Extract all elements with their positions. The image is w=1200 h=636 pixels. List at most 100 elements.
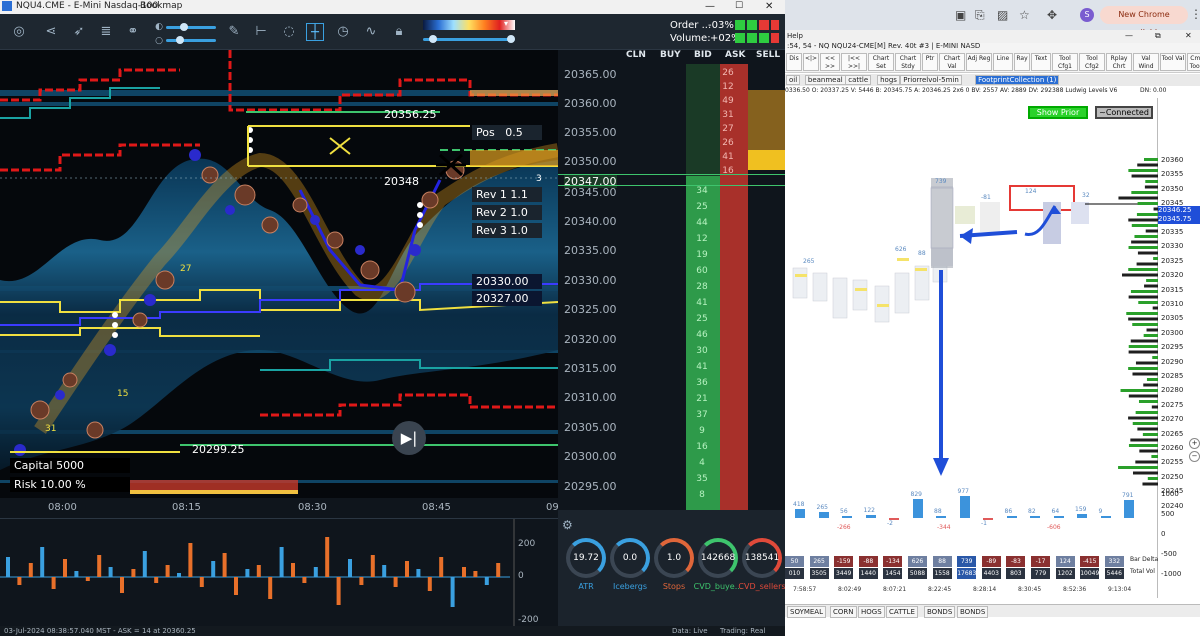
nt-minimize-icon[interactable]: — <box>1125 31 1133 40</box>
bottom-tab[interactable]: CATTLE <box>886 606 918 618</box>
nt-button[interactable]: Rplay Chrt <box>1106 53 1132 71</box>
nt-tab[interactable]: FootprintCollection (1) <box>975 75 1060 85</box>
footprint-chart[interactable]: Show Prior ~Connected 739 124 265 626 88… <box>785 98 1157 556</box>
nt-button[interactable]: Tool Cfg1 <box>1052 53 1078 71</box>
nt-button[interactable]: Chart Val <box>939 53 965 71</box>
gauge-label: Stops <box>662 582 686 591</box>
layers-icon[interactable]: ≣ <box>97 23 115 41</box>
new-chrome-button[interactable]: New Chrome available <box>1100 6 1188 37</box>
timer-icon[interactable]: ◷ <box>334 23 352 41</box>
nt-button[interactable]: Chart Stdy <box>895 53 921 71</box>
delta-bar <box>427 577 432 591</box>
nt-button[interactable]: Line <box>993 53 1013 71</box>
profile-bar <box>1122 273 1158 277</box>
nt-button-bar: :54, 54 - NQ NQU24-CME[M] Rev. 40t #3 | … <box>785 42 1200 73</box>
delta-bar <box>842 516 852 518</box>
nt-button[interactable]: <|> <box>803 53 819 71</box>
profile-bar <box>1153 207 1158 211</box>
footprint-value: -81 <box>981 194 991 201</box>
col-ask[interactable]: ASK <box>725 50 745 60</box>
nt-button[interactable]: Cmpct ToolVal <box>1187 53 1200 71</box>
heatmap-range-slider[interactable] <box>423 35 515 43</box>
bottom-tab[interactable]: SOYMEAL <box>787 606 826 618</box>
menu-help[interactable]: Help <box>787 32 803 40</box>
delta-bar <box>325 537 330 577</box>
menu-dots-icon[interactable]: ⋮ <box>1190 7 1200 21</box>
col-buy[interactable]: BUY <box>660 50 681 60</box>
play-replay-button[interactable]: ▶| <box>392 421 426 455</box>
bookmap-logo-icon <box>2 1 12 11</box>
delta-bar-label: 9 <box>1098 508 1103 515</box>
nt-button[interactable]: Tool Cfg2 <box>1079 53 1105 71</box>
camera-icon[interactable]: ◎ <box>10 23 28 41</box>
maximize-icon[interactable]: ☐ <box>735 1 743 11</box>
col-sell[interactable]: SELL <box>756 50 780 60</box>
heatmap-chart[interactable]: 20356.25 Pos 0.5 20348 3 Rev 1 1.1 Rev 2… <box>0 50 558 510</box>
nt-tab[interactable]: Priorrelvol-5min <box>900 75 962 85</box>
nt-restore-icon[interactable]: ⧉ <box>1155 31 1161 41</box>
extensions-icon[interactable]: ✥ <box>1047 8 1057 22</box>
bid-size: 28 <box>696 282 708 292</box>
nt-button[interactable]: Ray <box>1014 53 1030 71</box>
nt-tab[interactable]: cattle <box>845 75 872 85</box>
delta-bar <box>795 508 805 518</box>
nt-button[interactable]: Tool Val <box>1160 53 1186 71</box>
vol-cell: 803 <box>1006 568 1026 579</box>
profile-bar <box>1137 202 1158 205</box>
pencil-icon[interactable]: ✎ <box>225 23 243 41</box>
delta-subchart[interactable]: 200 0 -200 <box>0 518 558 627</box>
link-icon[interactable]: ⚭ <box>124 23 142 41</box>
nt-tab[interactable]: oil <box>786 75 801 85</box>
screenshot-icon[interactable]: ▣ <box>955 8 966 22</box>
profile-bar <box>1118 466 1158 469</box>
share-icon[interactable]: ⋖ <box>42 23 60 41</box>
col-bid[interactable]: BID <box>694 50 712 60</box>
nt-button[interactable]: Adj Reg <box>966 53 992 71</box>
settings-gear-icon[interactable]: ⚙ <box>562 518 573 532</box>
delta-bar <box>74 571 79 577</box>
time-tick: 8:07:21 <box>883 586 907 593</box>
minimize-icon[interactable]: — <box>705 1 715 12</box>
nt-button[interactable]: Dis <box>786 53 802 71</box>
delta-bar <box>222 553 227 577</box>
side-zoom-out-icon[interactable]: − <box>1189 451 1200 462</box>
heatmap-color-bar[interactable] <box>423 20 515 30</box>
profile-bar <box>1118 196 1158 200</box>
nt-button[interactable]: << >> <box>820 53 840 71</box>
zoom-slider[interactable] <box>166 36 216 44</box>
lock-icon[interactable]: 🔒︎ <box>390 23 408 41</box>
nt-tab[interactable]: hogs <box>877 75 900 85</box>
delta-cell: -17 <box>1031 556 1050 567</box>
bottom-tab[interactable]: BONDS <box>957 606 989 618</box>
nt-button[interactable]: Text <box>1031 53 1051 71</box>
nt-button[interactable]: |<< >>| <box>841 53 867 71</box>
star-icon[interactable]: ☆ <box>1019 8 1030 22</box>
bottom-tab[interactable]: CORN <box>830 606 857 618</box>
nt-button[interactable]: Chart Set <box>868 53 894 71</box>
cast-icon[interactable]: ⎘ <box>975 8 985 23</box>
bottom-tab[interactable]: HOGS <box>858 606 885 618</box>
ruler-icon[interactable]: ⊢ <box>252 23 270 41</box>
profile-bar <box>1131 224 1158 227</box>
profile-avatar[interactable]: S <box>1080 8 1094 22</box>
capital-label: Capital 5000 <box>10 458 130 473</box>
nt-close-icon[interactable]: ✕ <box>1185 31 1192 40</box>
bid-size: 46 <box>696 330 708 340</box>
nt-tab[interactable]: beanmeal <box>804 75 846 85</box>
nt-button[interactable]: Val Wind <box>1133 53 1159 71</box>
chart-caption: :54, 54 - NQ NQU24-CME[M] Rev. 40t #3 | … <box>787 42 981 50</box>
nt-button[interactable]: Ptr <box>922 53 938 71</box>
comment-icon[interactable]: ◌ <box>280 23 298 41</box>
indicator-icon[interactable]: ∿ <box>362 23 380 41</box>
close-icon[interactable]: ✕ <box>765 1 773 12</box>
image-icon[interactable]: ▨ <box>997 8 1008 22</box>
side-zoom-in-icon[interactable]: + <box>1189 438 1200 449</box>
col-cln[interactable]: CLN <box>626 50 646 60</box>
delta-bar <box>439 557 444 577</box>
bottom-tab[interactable]: BONDS <box>924 606 956 618</box>
vol-cell: 5446 <box>1104 568 1124 579</box>
chevron-down-icon[interactable]: ▾ <box>504 19 508 28</box>
crosshair-icon[interactable]: ┼ <box>306 23 324 41</box>
contrast-slider[interactable] <box>166 23 216 31</box>
rocket-icon[interactable]: ➶ <box>70 23 88 41</box>
